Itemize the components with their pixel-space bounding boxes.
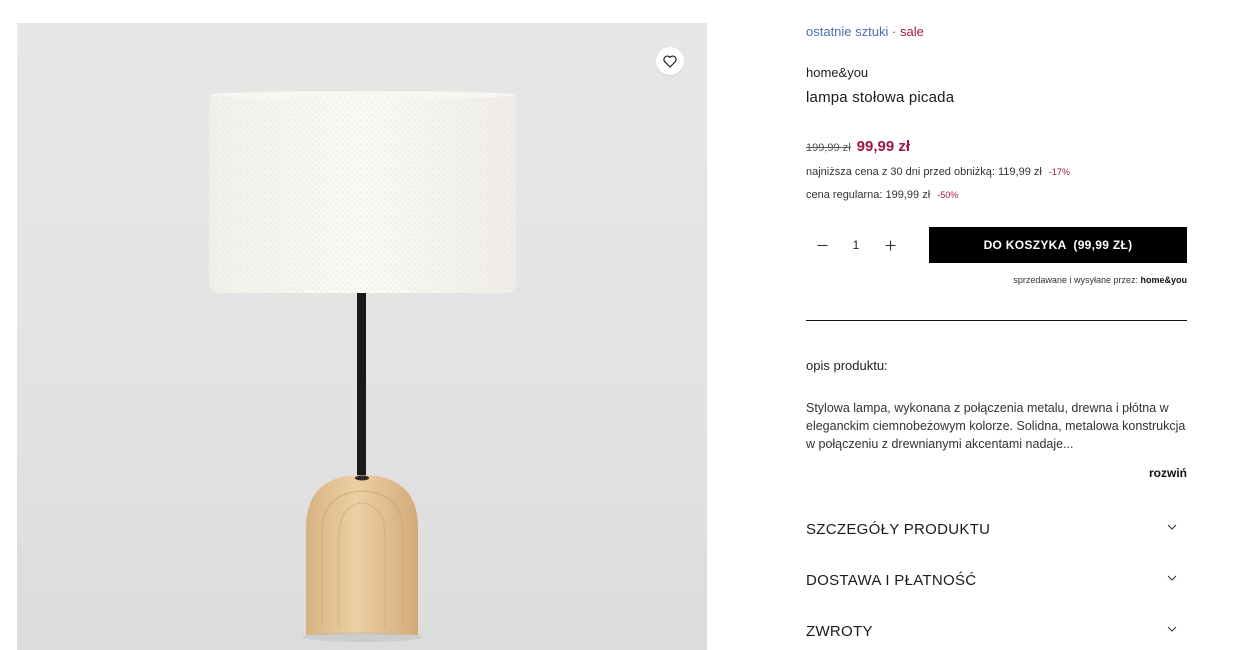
chevron-down-icon <box>1167 626 1177 632</box>
product-image[interactable] <box>17 23 707 650</box>
product-title: lampa stołowa picada <box>806 89 955 106</box>
favorite-button[interactable] <box>656 47 684 75</box>
divider <box>806 320 1187 321</box>
accordion-delivery-payment[interactable]: DOSTAWA I PŁATNOŚĆ <box>806 572 1187 602</box>
heart-outline-icon <box>663 54 677 68</box>
accordion-product-details[interactable]: SZCZEGÓŁY PRODUKTU <box>806 521 1187 551</box>
regular-price-discount: -50% <box>937 190 959 200</box>
lowest-price-text: najniższa cena z 30 dni przed obniżką: 1… <box>806 166 1042 178</box>
lowest-price-info: najniższa cena z 30 dni przed obniżką: 1… <box>806 166 1070 178</box>
product-brand[interactable]: home&you <box>806 65 868 80</box>
seller-name[interactable]: home&you <box>1140 275 1187 285</box>
product-tags: ostatnie sztuki · sale <box>806 24 924 39</box>
accordion-label: DOSTAWA I PŁATNOŚĆ <box>806 572 977 589</box>
chevron-down-icon <box>1167 524 1177 530</box>
lowest-price-discount: -17% <box>1048 167 1070 177</box>
decrease-quantity-button[interactable] <box>806 230 838 260</box>
lamp-illustration <box>209 91 516 642</box>
increase-quantity-button[interactable] <box>874 230 906 260</box>
old-price: 199,99 zł <box>806 142 851 154</box>
plus-icon <box>885 240 895 250</box>
seller-prefix: sprzedawane i wysyłane przez: <box>1013 275 1138 285</box>
current-price: 99,99 zł <box>856 138 911 155</box>
accordion-returns[interactable]: ZWROTY <box>806 623 1187 650</box>
minus-icon <box>817 244 827 246</box>
description-title: opis produktu: <box>806 358 888 373</box>
accordion-label: SZCZEGÓŁY PRODUKTU <box>806 521 991 538</box>
accordion-label: ZWROTY <box>806 623 873 640</box>
tag-sale[interactable]: sale <box>900 24 924 39</box>
seller-info: sprzedawane i wysyłane przez: home&you <box>1013 275 1187 285</box>
quantity-value[interactable]: 1 <box>838 238 874 252</box>
quantity-stepper: 1 <box>806 230 906 260</box>
tag-last-items[interactable]: ostatnie sztuki <box>806 24 888 39</box>
chevron-down-icon <box>1167 575 1177 581</box>
regular-price-info: cena regularna: 199,99 zł -50% <box>806 189 958 201</box>
regular-price-text: cena regularna: 199,99 zł <box>806 189 931 201</box>
description-text: Stylowa lampa, wykonana z połączenia met… <box>806 401 1186 451</box>
expand-description-button[interactable]: rozwiń <box>1149 466 1187 480</box>
price-block: 199,99 zł 99,99 zł <box>806 138 910 155</box>
add-to-cart-button[interactable]: DO KOSZYKA (99,99 ZŁ) <box>929 227 1187 263</box>
tag-separator: · <box>892 24 897 39</box>
